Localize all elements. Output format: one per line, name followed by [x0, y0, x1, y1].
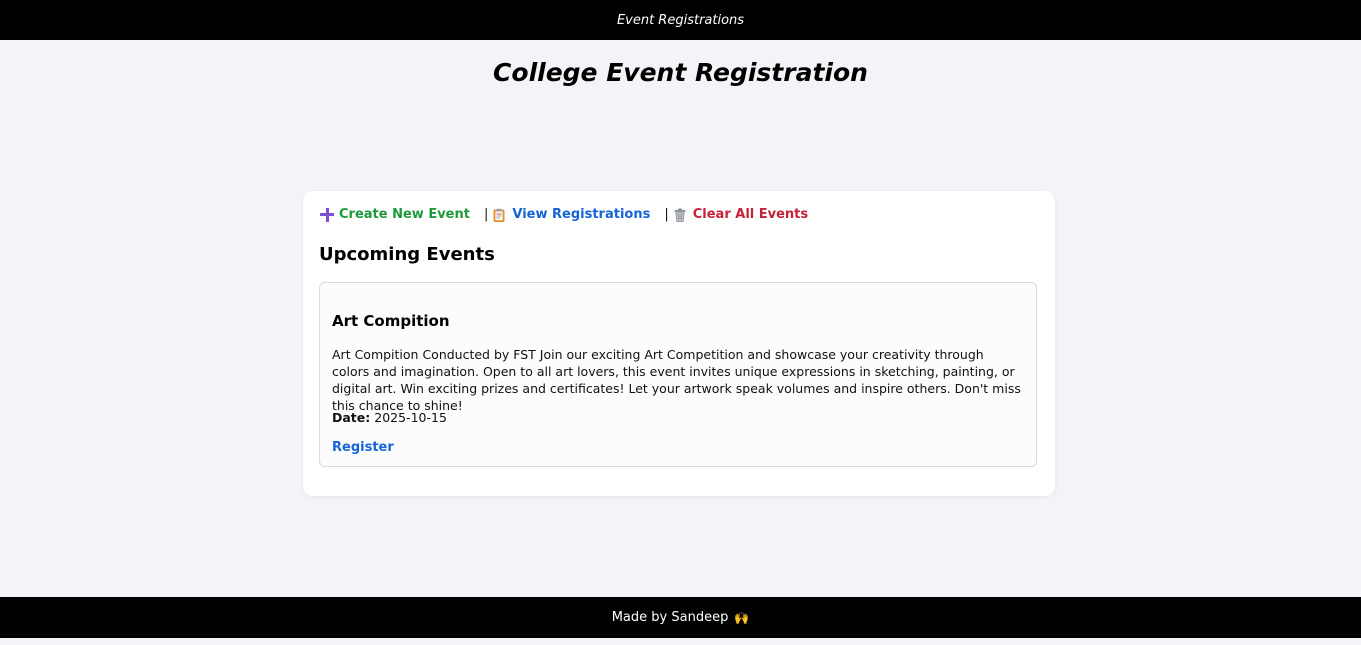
- section-title: Upcoming Events: [319, 244, 495, 265]
- view-registrations-label: View Registrations: [512, 207, 651, 222]
- action-toolbar: Create New Event | View Registrations |: [320, 207, 808, 222]
- events-card: Create New Event | View Registrations |: [303, 191, 1055, 496]
- page-title: College Event Registration: [493, 58, 868, 87]
- create-event-label: Create New Event: [339, 207, 470, 222]
- create-event-link[interactable]: Create New Event: [320, 207, 470, 222]
- event-date-value: 2025-10-15: [374, 410, 447, 425]
- clipboard-icon: [493, 208, 505, 222]
- footer-text: Made by Sandeep: [611, 610, 729, 625]
- plus-icon: [320, 207, 334, 222]
- clear-events-label: Clear All Events: [692, 207, 809, 222]
- top-header-bar: Event Registrations: [0, 0, 1361, 40]
- event-date-label: Date:: [332, 410, 371, 425]
- event-date: Date: 2025-10-15: [332, 410, 447, 425]
- event-description: Art Compition Conducted by FST Join our …: [332, 347, 1021, 413]
- toolbar-separator: |: [664, 207, 669, 222]
- event-name: Art Compition: [332, 312, 450, 330]
- footer-bar: Made by Sandeep 🙌: [0, 597, 1361, 638]
- toolbar-separator: |: [483, 207, 489, 222]
- header-title: Event Registrations: [616, 12, 745, 28]
- trash-icon: [674, 208, 686, 222]
- raised-hands-icon: 🙌: [734, 610, 750, 625]
- clear-events-link[interactable]: Clear All Events: [673, 207, 808, 222]
- event-card: Art Compition Art Compition Conducted by…: [319, 282, 1037, 467]
- register-link[interactable]: Register: [332, 440, 394, 455]
- view-registrations-link[interactable]: View Registrations: [492, 207, 650, 222]
